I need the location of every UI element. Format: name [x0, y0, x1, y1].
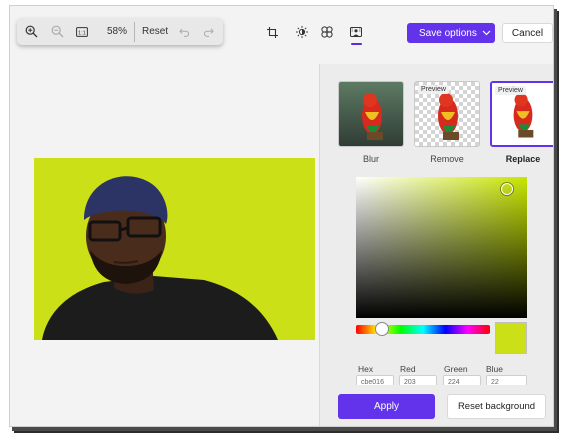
adjust-brightness-icon[interactable] — [294, 24, 310, 40]
panel-action-bar: Apply Reset background — [320, 385, 553, 426]
redo-icon[interactable] — [196, 18, 220, 45]
zoom-reset-button[interactable]: Reset — [138, 18, 172, 45]
save-options-button[interactable]: Save options — [407, 23, 495, 43]
hue-slider[interactable] — [356, 322, 490, 336]
blur-option-thumbnail[interactable] — [338, 81, 404, 147]
zoom-out-icon[interactable] — [45, 18, 69, 45]
save-options-label: Save options — [419, 27, 477, 39]
apply-button[interactable]: Apply — [338, 394, 435, 419]
svg-text:1:1: 1:1 — [78, 30, 86, 36]
remove-option-label: Remove — [430, 154, 464, 164]
cancel-button[interactable]: Cancel — [502, 23, 553, 43]
fit-to-window-icon[interactable]: 1:1 — [69, 18, 95, 45]
color-picker-area[interactable] — [356, 177, 527, 318]
selected-color-swatch — [495, 322, 527, 354]
edited-photo — [34, 158, 315, 340]
parrot-thumbnail-image — [339, 82, 403, 146]
hue-slider-thumb[interactable] — [375, 322, 389, 336]
portrait-image — [34, 158, 315, 340]
preview-tag: Preview — [495, 86, 526, 95]
crop-icon[interactable] — [264, 24, 280, 40]
color-picker-handle[interactable] — [501, 183, 513, 195]
blur-option-label: Blur — [362, 154, 379, 164]
zoom-toolbar: 1:1 58% Reset — [17, 18, 223, 45]
remove-option-thumbnail[interactable]: Preview — [414, 81, 480, 147]
toolbar-divider — [134, 21, 135, 42]
photo-editor-window: 1:1 58% Reset Save options Cancel Blur P… — [9, 5, 554, 427]
blue-label: Blue — [486, 364, 504, 374]
active-tool-indicator — [351, 43, 362, 45]
undo-icon[interactable] — [172, 18, 196, 45]
hex-label: Hex — [358, 364, 374, 374]
filter-icon[interactable] — [319, 24, 335, 40]
preview-tag: Preview — [418, 85, 449, 94]
background-icon[interactable] — [348, 24, 364, 40]
background-options-panel: Blur Preview Remove Preview Replace Hex … — [319, 64, 553, 426]
green-label: Green — [444, 364, 468, 374]
chevron-down-icon[interactable] — [477, 30, 495, 36]
replace-option-label: Replace — [505, 154, 541, 164]
zoom-in-icon[interactable] — [17, 18, 45, 45]
red-label: Red — [400, 364, 416, 374]
zoom-level: 58% — [106, 26, 127, 37]
replace-option-thumbnail[interactable]: Preview — [490, 81, 553, 147]
reset-background-button[interactable]: Reset background — [447, 394, 546, 419]
